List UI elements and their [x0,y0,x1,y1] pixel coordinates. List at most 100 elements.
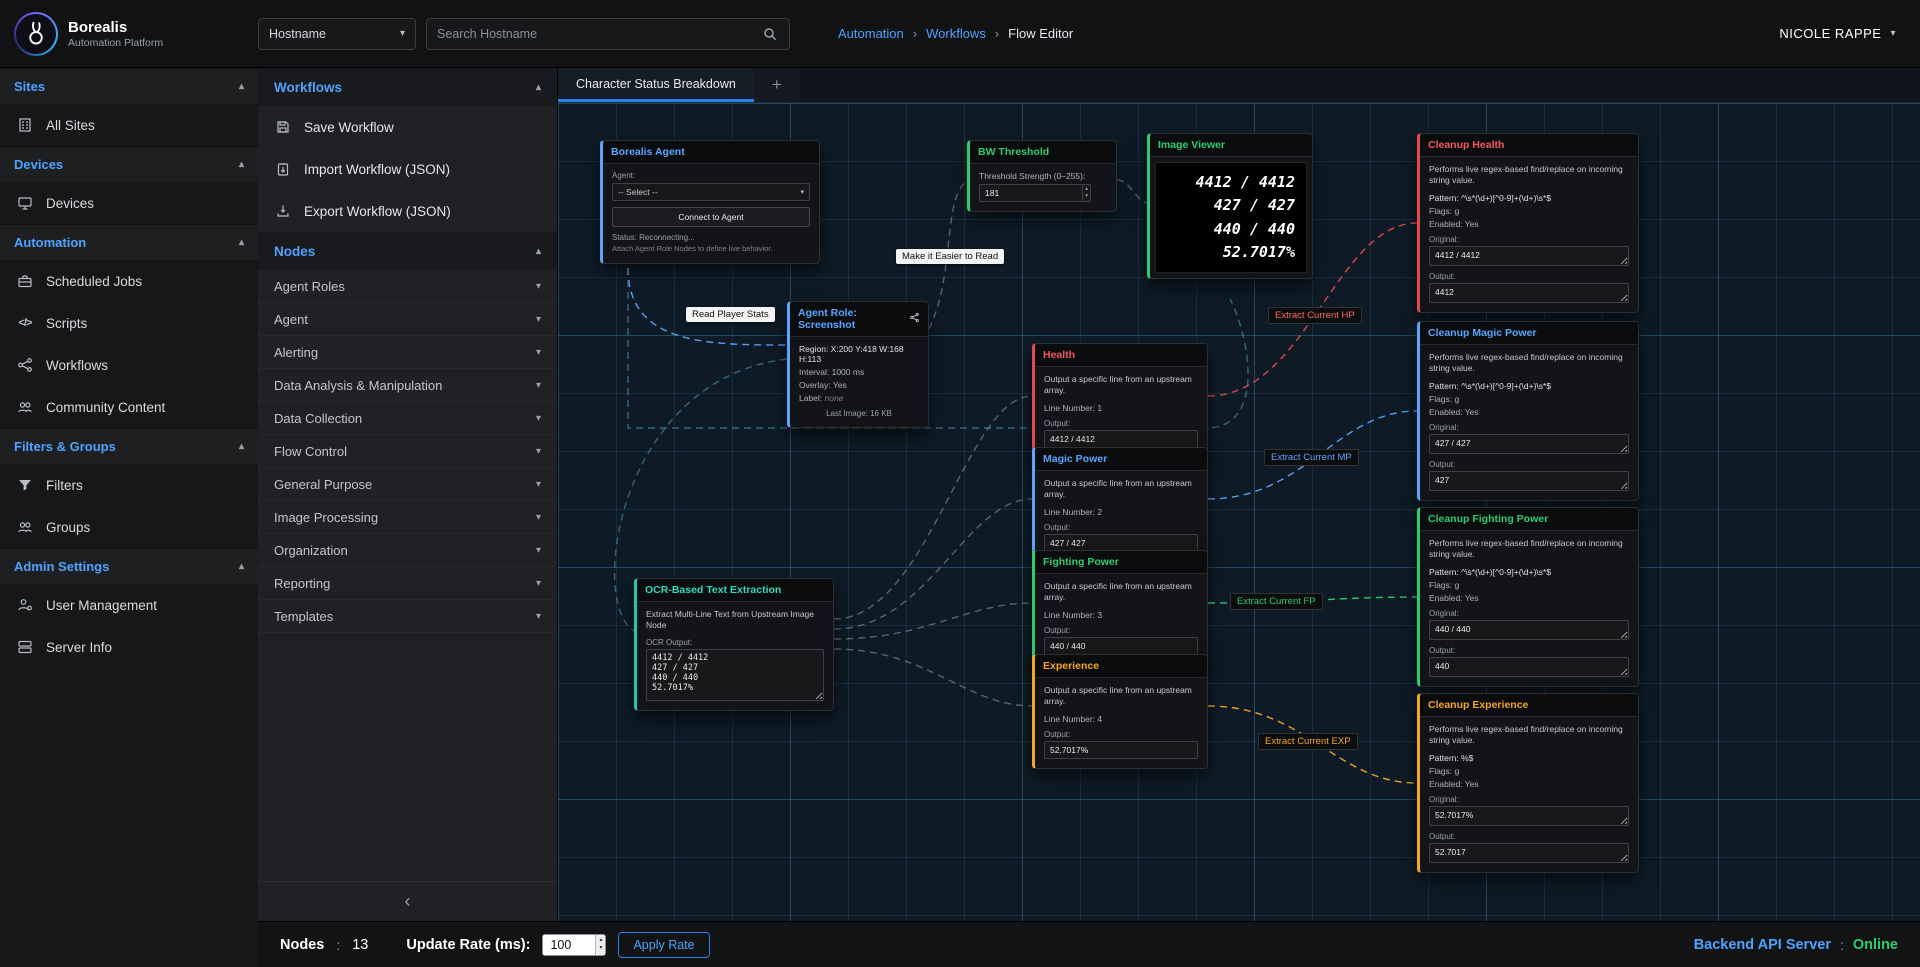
agent-select[interactable]: -- Select -- ▾ [612,183,810,201]
user-menu[interactable]: NICOLE RAPPE ▾ [1779,26,1920,41]
node-cleanup-magic-power[interactable]: Cleanup Magic Power Performs live regex-… [1417,321,1639,501]
search-icon[interactable] [761,25,779,43]
sidebar-section-automation[interactable]: Automation ▴ [0,224,258,260]
spinner-up-icon[interactable]: ▴ [599,937,602,944]
original-textarea[interactable]: 52.7017% [1429,806,1629,826]
threshold-input[interactable]: ▴ ▾ [979,184,1091,202]
sidebar-item-scripts[interactable]: </> Scripts [0,302,258,344]
chevron-up-icon: ▴ [239,561,244,572]
workflows-panel-header[interactable]: Workflows ▴ [258,68,557,106]
number-spinner[interactable]: ▴ ▾ [1082,185,1090,201]
output-label: Output: [1429,832,1629,841]
node-title: Cleanup Health [1428,139,1504,151]
node-category-data-analysis[interactable]: Data Analysis & Manipulation▾ [258,369,557,402]
chevron-up-icon: ▴ [536,246,541,257]
briefcase-icon [16,272,34,290]
node-category-agent[interactable]: Agent▾ [258,303,557,336]
node-health[interactable]: Health Output a specific line from an up… [1032,343,1208,458]
nodes-panel-header[interactable]: Nodes ▴ [258,232,557,270]
node-bw-threshold[interactable]: BW Threshold Threshold Strength (0–255):… [967,140,1117,212]
category-label: Reporting [274,576,330,591]
sidebar-item-scheduled-jobs[interactable]: Scheduled Jobs [0,260,258,302]
node-category-alerting[interactable]: Alerting▾ [258,336,557,369]
regex-flags: Flags: g [1429,580,1629,590]
sidebar-item-community-content[interactable]: Community Content [0,386,258,428]
import-workflow-button[interactable]: Import Workflow (JSON) [258,148,557,190]
breadcrumb-workflows[interactable]: Workflows [926,26,986,41]
output-field[interactable] [1044,430,1198,448]
node-experience[interactable]: Experience Output a specific line from a… [1032,654,1208,769]
export-workflow-button[interactable]: Export Workflow (JSON) [258,190,557,232]
sidebar-item-server-info[interactable]: Server Info [0,626,258,668]
brand[interactable]: Borealis Automation Platform [0,12,258,56]
search-input[interactable] [437,27,761,41]
caret-down-icon: ▾ [1890,28,1896,39]
node-borealis-agent[interactable]: Borealis Agent Agent: -- Select -- ▾ Con… [600,140,820,264]
hostname-dropdown[interactable]: Hostname ▾ [258,18,416,50]
chevron-up-icon: ▴ [239,237,244,248]
node-category-organization[interactable]: Organization▾ [258,534,557,567]
node-cleanup-experience[interactable]: Cleanup Experience Performs live regex-b… [1417,693,1639,873]
spinner-down-icon[interactable]: ▾ [599,945,602,952]
output-field[interactable] [1044,637,1198,655]
connect-to-agent-button[interactable]: Connect to Agent [612,207,810,227]
sidebar-section-admin-settings[interactable]: Admin Settings ▴ [0,548,258,584]
number-spinner[interactable]: ▴ ▾ [595,935,605,955]
sidebar-item-all-sites[interactable]: All Sites [0,104,258,146]
node-agent-role-screenshot[interactable]: Agent Role: Screenshot Region: X:200 Y:4… [787,301,929,428]
original-textarea[interactable]: 4412 / 4412 [1429,246,1629,266]
chevron-up-icon: ▴ [239,159,244,170]
update-rate-value[interactable] [543,935,595,955]
sidebar-item-filters[interactable]: Filters [0,464,258,506]
node-category-templates[interactable]: Templates▾ [258,600,557,633]
chevron-down-icon: ▾ [536,578,541,589]
flow-canvas[interactable]: Borealis Agent Agent: -- Select -- ▾ Con… [558,103,1920,921]
node-category-flow-control[interactable]: Flow Control▾ [258,435,557,468]
sidebar-section-devices[interactable]: Devices ▴ [0,146,258,182]
share-icon[interactable] [909,312,920,326]
spinner-down-icon[interactable]: ▾ [1085,193,1088,200]
original-textarea[interactable]: 440 / 440 [1429,620,1629,640]
node-category-general-purpose[interactable]: General Purpose▾ [258,468,557,501]
update-rate-input[interactable]: ▴ ▾ [542,934,606,956]
hostname-search[interactable] [426,18,790,50]
output-textarea[interactable]: 4412 [1429,283,1629,303]
spinner-up-icon[interactable]: ▴ [1085,186,1088,193]
output-textarea[interactable]: 427 [1429,471,1629,491]
rabbit-icon [16,14,56,54]
sidebar-section-sites[interactable]: Sites ▴ [0,68,258,104]
breadcrumb-automation[interactable]: Automation [838,26,904,41]
node-category-agent-roles[interactable]: Agent Roles▾ [258,270,557,303]
node-cleanup-health[interactable]: Cleanup Health Performs live regex-based… [1417,133,1639,313]
sidebar-item-user-management[interactable]: User Management [0,584,258,626]
user-name: NICOLE RAPPE [1779,26,1881,41]
breadcrumb-separator-icon: › [995,26,999,41]
original-textarea[interactable]: 427 / 427 [1429,434,1629,454]
sidebar-section-filters-groups[interactable]: Filters & Groups ▴ [0,428,258,464]
node-cleanup-fighting-power[interactable]: Cleanup Fighting Power Performs live reg… [1417,507,1639,687]
sidebar-item-groups[interactable]: Groups [0,506,258,548]
node-category-reporting[interactable]: Reporting ▾ [258,567,557,600]
node-category-data-collection[interactable]: Data Collection▾ [258,402,557,435]
sidebar-item-devices[interactable]: Devices [0,182,258,224]
node-image-viewer[interactable]: Image Viewer 4412 / 4412 427 / 427 440 /… [1147,133,1313,279]
sidebar-item-label: Community Content [46,400,165,415]
output-textarea[interactable]: 440 [1429,657,1629,677]
collapse-panel-button[interactable]: ‹ [258,881,557,921]
sidebar-item-workflows[interactable]: Workflows [0,344,258,386]
node-category-image-processing[interactable]: Image Processing▾ [258,501,557,534]
tab-character-status-breakdown[interactable]: Character Status Breakdown [558,68,754,102]
output-field[interactable] [1044,741,1198,759]
ocr-output-textarea[interactable]: 4412 / 4412 427 / 427 440 / 440 52.7017% [646,649,824,701]
apply-rate-button[interactable]: Apply Rate [618,932,709,958]
node-ocr-text-extraction[interactable]: OCR-Based Text Extraction Extract Multi-… [634,578,834,711]
save-workflow-button[interactable]: Save Workflow [258,106,557,148]
borealis-logo [14,12,58,56]
output-textarea[interactable]: 52.7017 [1429,843,1629,863]
threshold-value[interactable] [980,185,1082,201]
node-magic-power[interactable]: Magic Power Output a specific line from … [1032,447,1208,562]
backend-online-badge: Online [1853,937,1898,953]
add-tab-button[interactable]: + [754,68,800,102]
node-fighting-power[interactable]: Fighting Power Output a specific line fr… [1032,550,1208,665]
plus-icon: + [772,75,782,95]
